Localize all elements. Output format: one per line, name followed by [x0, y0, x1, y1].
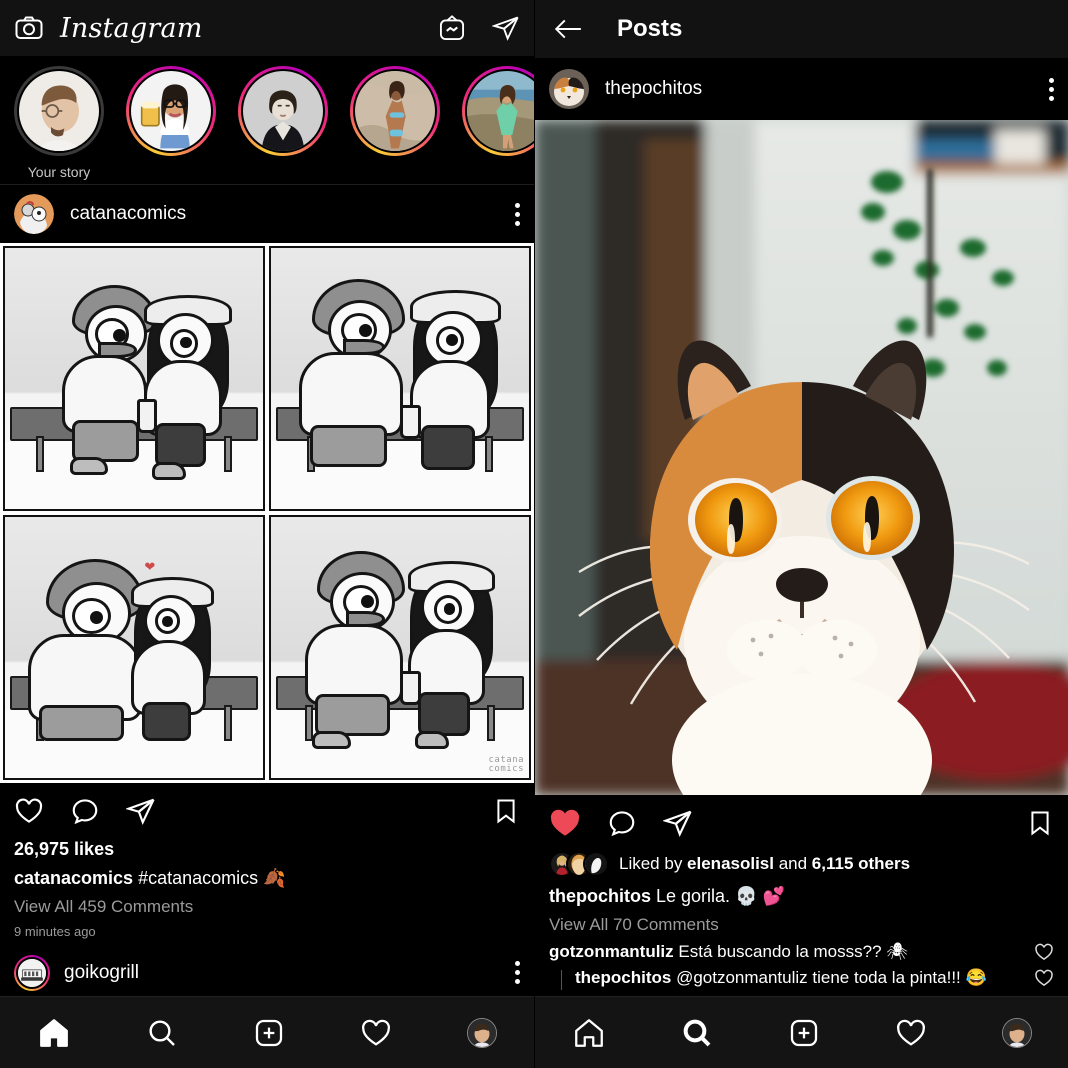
post-username[interactable]: catanacomics: [70, 203, 186, 225]
home-icon[interactable]: [572, 1016, 606, 1050]
post-timestamp: 9 minutes ago: [14, 923, 96, 939]
liked-by-mid: and: [773, 854, 812, 873]
profile-avatar[interactable]: [1001, 1017, 1032, 1048]
instagram-split-screenshot: Instagram Your story catanacomics ❤ cata…: [0, 0, 1068, 1068]
save-button[interactable]: [1026, 808, 1054, 838]
story-4[interactable]: [350, 66, 440, 156]
comment-row: gotzonmantuliz Está buscando la mosss?? …: [535, 942, 1068, 962]
messenger-icon[interactable]: [492, 14, 520, 42]
avatar: [14, 954, 50, 991]
liked-by-row: Liked by elenasolisl and 6,115 others: [535, 851, 1068, 877]
comic-panel-1: [3, 246, 265, 511]
avatar: [583, 851, 609, 877]
comment-body: @gotzonmantuliz tiene toda la pinta!!! 😂: [671, 967, 987, 987]
avatar[interactable]: [14, 194, 54, 234]
reply-indent-line: [561, 969, 562, 990]
post-options-icon[interactable]: [1049, 77, 1054, 101]
comic-panel-3: ❤: [3, 515, 265, 780]
story-3[interactable]: [238, 66, 328, 156]
search-icon[interactable]: [146, 1017, 178, 1049]
liked-by-avatars: [549, 851, 609, 877]
share-button[interactable]: [126, 796, 156, 826]
add-post-icon[interactable]: [788, 1017, 820, 1049]
profile-avatar[interactable]: [466, 1017, 497, 1048]
comic-watermark: catana comics: [488, 755, 524, 774]
comment-username[interactable]: gotzonmantuliz: [549, 942, 674, 961]
caption-username[interactable]: thepochitos: [549, 886, 651, 906]
post-meta: thepochitos Le gorila. 💀 💕 View All 70 C…: [535, 885, 1068, 935]
post-actions: [0, 783, 534, 839]
post-options-icon[interactable]: [515, 202, 520, 226]
caption-username[interactable]: catanacomics: [14, 868, 133, 888]
post-meta: 26,975 likes catanacomics #catanacomics …: [0, 839, 534, 939]
back-arrow-icon[interactable]: [553, 16, 583, 42]
igtv-icon[interactable]: [438, 14, 466, 42]
like-count: 26,975 likes: [14, 839, 115, 859]
add-post-icon[interactable]: [253, 1017, 285, 1049]
like-button[interactable]: [549, 807, 581, 839]
post-header: thepochitos: [535, 58, 1068, 120]
post-caption: thepochitos Le gorila. 💀 💕: [549, 885, 1054, 908]
view-all-comments-link[interactable]: View All 459 Comments: [14, 897, 520, 917]
caption-text: Le gorila. 💀 💕: [651, 886, 785, 906]
comment-like-icon[interactable]: [1034, 968, 1054, 988]
post-username[interactable]: thepochitos: [605, 78, 702, 100]
comment-button[interactable]: [70, 796, 100, 826]
left-pane-feed: Instagram Your story catanacomics ❤ cata…: [0, 0, 534, 1068]
liked-by-prefix: Liked by: [619, 854, 688, 873]
avatar[interactable]: [549, 69, 589, 109]
view-all-comments-link[interactable]: View All 70 Comments: [549, 915, 1054, 935]
post-image-comic[interactable]: ❤ catana comics: [0, 243, 534, 783]
home-icon[interactable]: [37, 1016, 71, 1050]
heart-icon[interactable]: [895, 1017, 927, 1049]
comment-row-reply: thepochitos @gotzonmantuliz tiene toda l…: [535, 968, 1068, 990]
post-image-cat[interactable]: [535, 120, 1068, 795]
post-options-icon[interactable]: [515, 961, 520, 984]
app-bar: Instagram: [0, 0, 534, 56]
share-button[interactable]: [663, 808, 693, 838]
comment-text: thepochitos @gotzonmantuliz tiene toda l…: [575, 968, 1024, 988]
bottom-nav-right[interactable]: [535, 996, 1068, 1068]
camera-icon[interactable]: [14, 13, 44, 43]
post-caption: catanacomics #catanacomics 🍂: [14, 867, 520, 890]
story-label: Your story: [27, 164, 91, 180]
liked-by-count[interactable]: 6,115 others: [812, 854, 910, 873]
comment-body: Está buscando la mosss?? 🕷: [673, 941, 908, 961]
next-post-header: goikogrill: [0, 953, 534, 993]
right-pane-post-detail: Posts thepochitos Liked by elenasolisl a…: [534, 0, 1068, 1068]
instagram-logo: Instagram: [60, 12, 203, 44]
comic-panel-2: [269, 246, 531, 511]
story-5[interactable]: [462, 66, 534, 156]
post-actions: [535, 795, 1068, 851]
caption-text: #catanacomics 🍂: [133, 868, 286, 888]
heart-icon[interactable]: [360, 1017, 392, 1049]
liked-by-text: Liked by elenasolisl and 6,115 others: [619, 854, 910, 874]
comment-text: gotzonmantuliz Está buscando la mosss?? …: [549, 942, 1024, 962]
stories-tray[interactable]: Your story: [0, 56, 534, 184]
like-button[interactable]: [14, 796, 44, 826]
post-header: catanacomics: [0, 185, 534, 243]
comic-panel-4: catana comics: [269, 515, 531, 780]
next-post-username[interactable]: goikogrill: [64, 962, 139, 984]
search-icon[interactable]: [681, 1017, 713, 1049]
comment-like-icon[interactable]: [1034, 942, 1054, 962]
liked-by-username[interactable]: elenasolisl: [687, 854, 774, 873]
comment-button[interactable]: [607, 808, 637, 838]
comment-username[interactable]: thepochitos: [575, 968, 671, 987]
detail-top-bar: Posts: [535, 0, 1068, 58]
save-button[interactable]: [492, 796, 520, 826]
page-title: Posts: [617, 15, 683, 42]
bottom-nav-left[interactable]: [0, 996, 534, 1068]
story-2[interactable]: [126, 66, 216, 156]
story-your-story[interactable]: Your story: [14, 66, 104, 180]
